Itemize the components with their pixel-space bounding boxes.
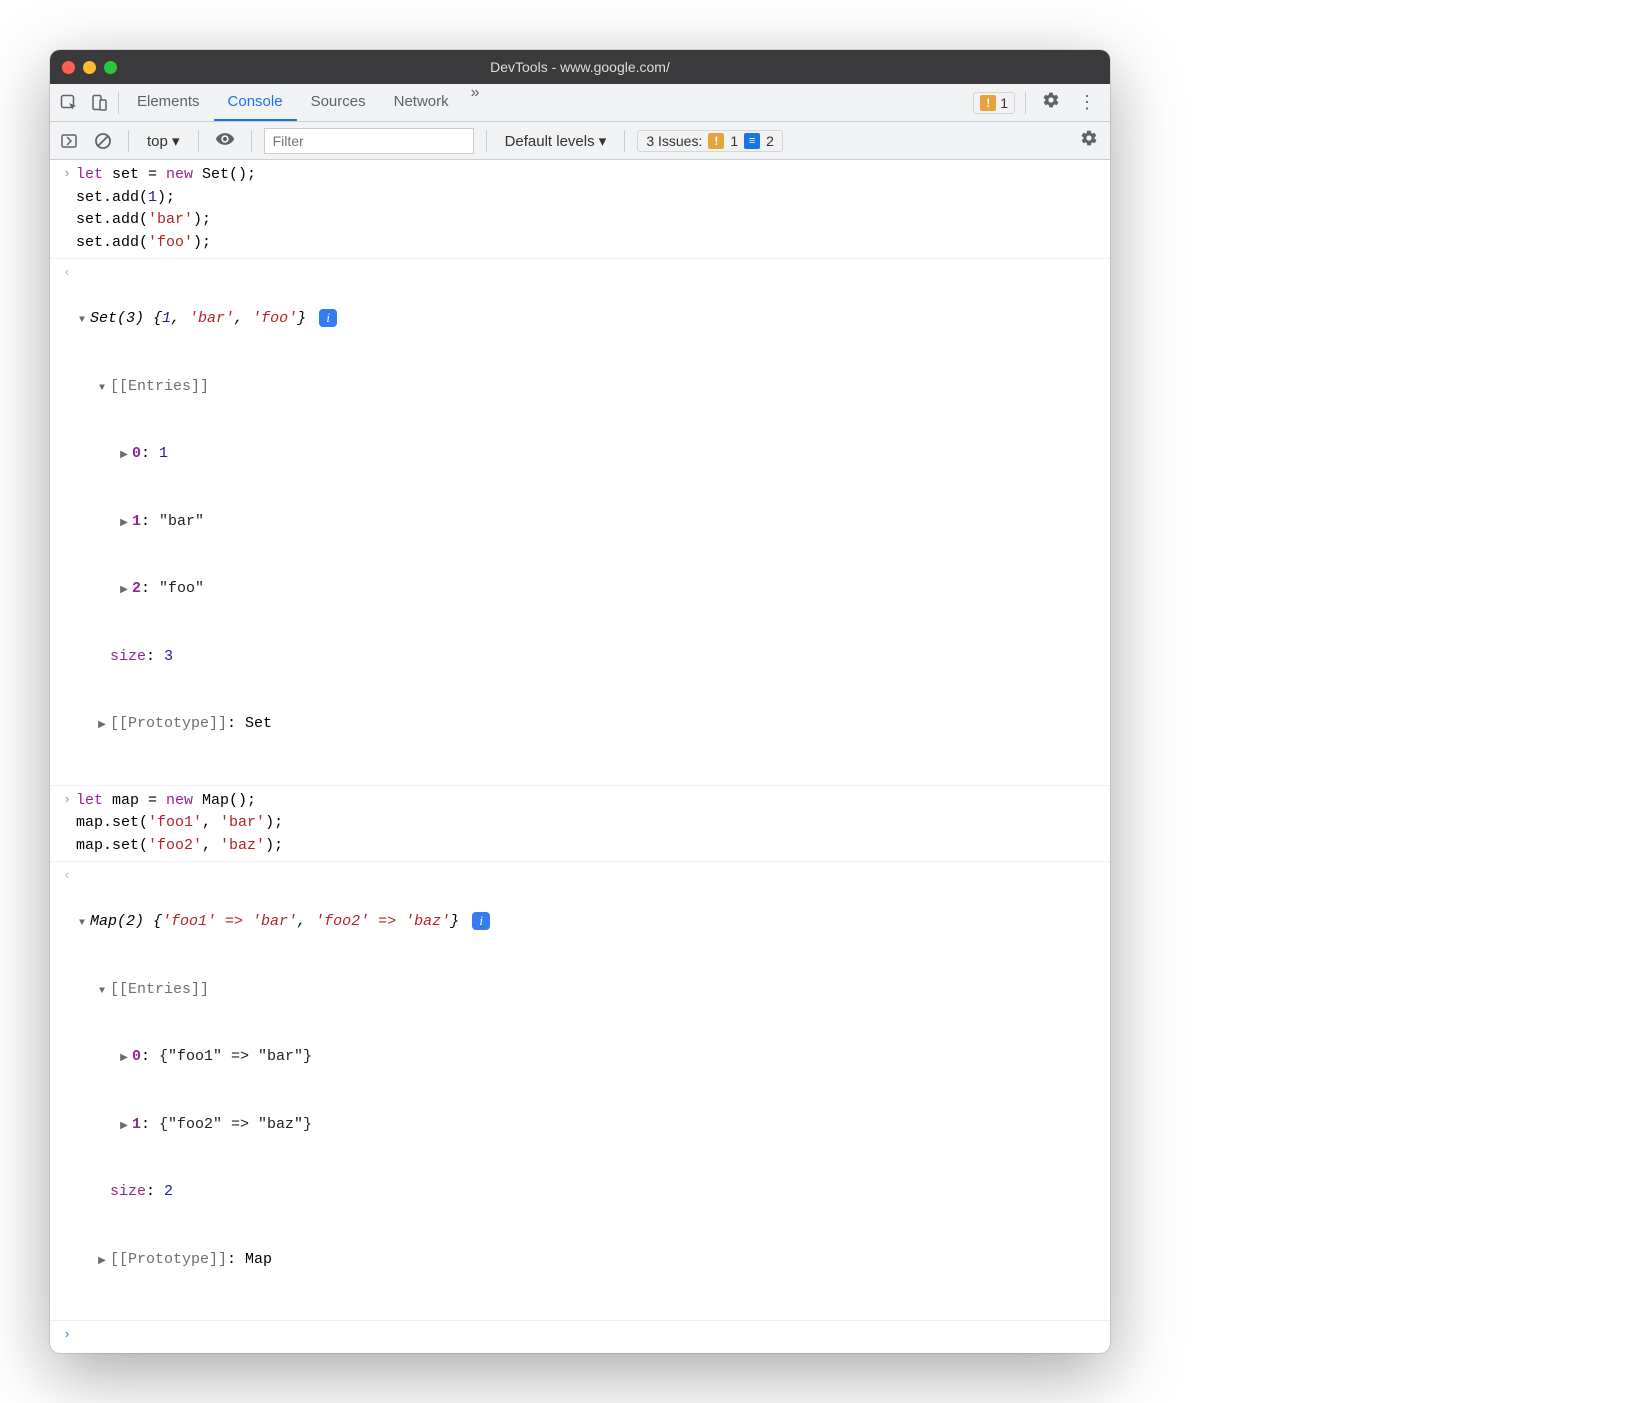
live-expression-icon[interactable] <box>211 129 239 153</box>
disclosure-right-icon[interactable] <box>118 443 130 466</box>
issues-warn-count: 1 <box>730 133 738 149</box>
inspect-icon[interactable] <box>54 88 84 118</box>
info-icon[interactable]: i <box>472 912 490 930</box>
minimize-icon[interactable] <box>83 61 96 74</box>
prompt-chevron-icon: › <box>58 1325 76 1345</box>
disclosure-right-icon[interactable] <box>118 578 130 601</box>
traffic-lights <box>62 61 117 74</box>
input-chevron-icon: › <box>58 790 76 810</box>
disclosure-right-icon[interactable] <box>118 1114 130 1137</box>
object-preview[interactable]: Set(3) {1, 'bar', 'foo'} i [[Entries]] 0… <box>76 263 1110 781</box>
console-prompt[interactable]: › <box>50 1321 1110 1353</box>
console-entry: › let map = new Map(); map.set('foo1', '… <box>50 786 1110 863</box>
issues-label: 3 Issues: <box>646 133 702 149</box>
clear-console-icon[interactable] <box>90 128 116 154</box>
divider <box>486 130 487 152</box>
console-entry: ‹ Set(3) {1, 'bar', 'foo'} i [[Entries]]… <box>50 259 1110 786</box>
object-preview[interactable]: Map(2) {'foo1' => 'bar', 'foo2' => 'baz'… <box>76 866 1110 1316</box>
message-icon: ≡ <box>744 133 760 149</box>
warnings-badge[interactable]: ! 1 <box>973 92 1015 114</box>
titlebar: DevTools - www.google.com/ <box>50 50 1110 84</box>
settings-icon[interactable] <box>1036 91 1066 114</box>
sidebar-toggle-icon[interactable] <box>56 128 82 154</box>
console-entry: ‹ Map(2) {'foo1' => 'bar', 'foo2' => 'ba… <box>50 862 1110 1321</box>
context-selector[interactable]: top ▾ <box>141 132 186 150</box>
console-toolbar: top ▾ Default levels ▾ 3 Issues: ! 1 ≡ 2 <box>50 122 1110 160</box>
console-settings-icon[interactable] <box>1074 129 1104 152</box>
issues-msg-count: 2 <box>766 133 774 149</box>
warning-icon: ! <box>708 133 724 149</box>
disclosure-right-icon[interactable] <box>118 511 130 534</box>
console-entry: › let set = new Set(); set.add(1); set.a… <box>50 160 1110 259</box>
tab-sources[interactable]: Sources <box>297 84 380 121</box>
main-toolbar: Elements Console Sources Network » ! 1 ⋮ <box>50 84 1110 122</box>
log-levels-selector[interactable]: Default levels ▾ <box>499 132 613 150</box>
disclosure-right-icon[interactable] <box>118 1046 130 1069</box>
disclosure-down-icon[interactable] <box>96 979 108 1002</box>
disclosure-right-icon[interactable] <box>96 1249 108 1272</box>
disclosure-down-icon[interactable] <box>76 911 88 934</box>
filter-input[interactable] <box>264 128 474 154</box>
warnings-count: 1 <box>1000 95 1008 111</box>
console-output: › let set = new Set(); set.add(1); set.a… <box>50 160 1110 1353</box>
output-chevron-icon: ‹ <box>58 866 76 886</box>
window-title: DevTools - www.google.com/ <box>50 59 1110 75</box>
console-input-code[interactable]: let map = new Map(); map.set('foo1', 'ba… <box>76 790 1110 858</box>
warning-icon: ! <box>980 95 996 111</box>
tab-elements[interactable]: Elements <box>123 84 214 121</box>
divider <box>624 130 625 152</box>
input-chevron-icon: › <box>58 164 76 184</box>
divider <box>118 92 119 114</box>
tab-network[interactable]: Network <box>380 84 463 121</box>
panel-tabs: Elements Console Sources Network » <box>123 84 488 121</box>
issues-badge[interactable]: 3 Issues: ! 1 ≡ 2 <box>637 130 783 152</box>
kebab-menu-icon[interactable]: ⋮ <box>1072 92 1102 113</box>
divider <box>251 130 252 152</box>
devtools-window: DevTools - www.google.com/ Elements Cons… <box>50 50 1110 1353</box>
info-icon[interactable]: i <box>319 309 337 327</box>
zoom-icon[interactable] <box>104 61 117 74</box>
disclosure-down-icon[interactable] <box>76 308 88 331</box>
console-input-code[interactable]: let set = new Set(); set.add(1); set.add… <box>76 164 1110 254</box>
output-chevron-icon: ‹ <box>58 263 76 283</box>
divider <box>1025 92 1026 114</box>
disclosure-down-icon[interactable] <box>96 376 108 399</box>
close-icon[interactable] <box>62 61 75 74</box>
more-tabs-icon[interactable]: » <box>463 84 488 121</box>
tab-console[interactable]: Console <box>214 84 297 121</box>
divider <box>128 130 129 152</box>
device-icon[interactable] <box>84 88 114 118</box>
disclosure-right-icon[interactable] <box>96 713 108 736</box>
divider <box>198 130 199 152</box>
